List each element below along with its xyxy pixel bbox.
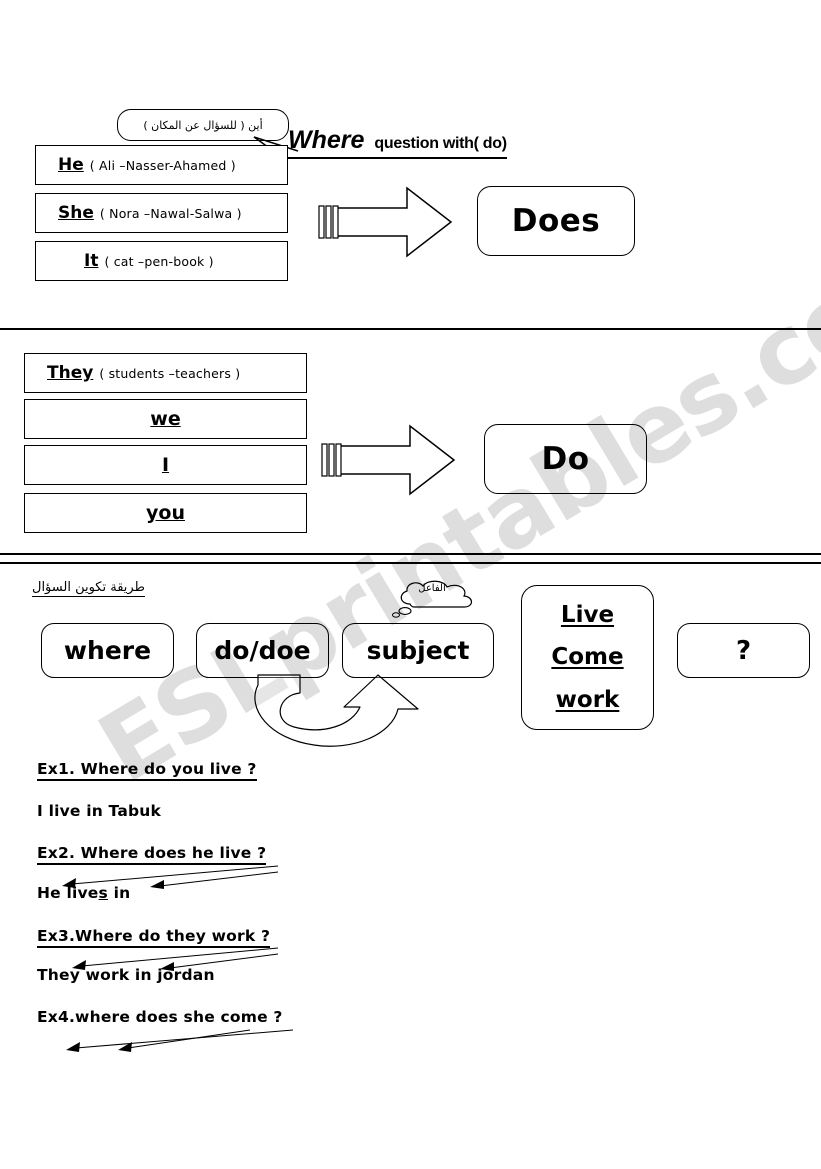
example-answer-3: They work in jordan [37, 966, 215, 984]
section-divider-2b [0, 562, 821, 564]
pronoun-box-she: She ( Nora –Nawal-Salwa ) [35, 193, 288, 233]
pronoun-label: we [150, 408, 181, 430]
formula-box-where: where [41, 623, 174, 678]
auxiliary-box-do: Do [484, 424, 647, 494]
section-divider-1 [0, 328, 821, 330]
header: أين ( للسؤال عن المكان ) Where question … [0, 52, 821, 159]
example-question-4: Ex4.where does she come ? [37, 1008, 283, 1026]
arabic-method-heading: طريقة تكوين السؤال [32, 580, 145, 597]
formula-box-subject: subject [342, 623, 494, 678]
section-divider-2a [0, 553, 821, 555]
pronoun-box-i: I [24, 445, 307, 485]
arabic-callout-text: أين ( للسؤال عن المكان ) [143, 118, 263, 132]
pronoun-box-he: He ( Ali –Nasser-Ahamed ) [35, 145, 288, 185]
pronoun-examples: ( Ali –Nasser-Ahamed ) [89, 157, 236, 173]
pronoun-label: He [58, 155, 84, 175]
example-question-1: Ex1. Where do you live ? [37, 760, 257, 781]
verb-live: Live [560, 602, 615, 629]
example-arrows-4 [66, 1029, 294, 1052]
pronoun-box-they: They ( students –teachers ) [24, 353, 307, 393]
example-question-3: Ex3.Where do they work ? [37, 927, 271, 948]
title-where: Where [288, 126, 365, 154]
formula-label: do/doe [214, 636, 311, 665]
pronoun-examples: ( Nora –Nawal-Salwa ) [99, 205, 242, 221]
curved-swap-arrow-icon [254, 674, 419, 747]
auxiliary-box-does: Does [477, 186, 635, 256]
pronoun-label: It [84, 251, 99, 271]
right-arrow-icon-do [321, 424, 456, 496]
formula-label: where [63, 636, 152, 665]
formula-label: subject [366, 636, 470, 665]
formula-box-auxiliary: do/doe [196, 623, 329, 678]
arabic-cloud-text: الفاعل [418, 583, 446, 594]
question-mark-label: ? [735, 635, 752, 666]
verb-list-box: Live Come work [521, 585, 654, 730]
example-answer-2: He lives in [37, 884, 131, 902]
question-mark-box: ? [677, 623, 810, 678]
auxiliary-label: Do [541, 441, 590, 477]
auxiliary-label: Does [511, 203, 601, 239]
right-arrow-icon-does [318, 186, 453, 258]
pronoun-label: They [47, 363, 94, 383]
example-answer-1: I live in Tabuk [37, 802, 162, 820]
verb-come: Come [551, 644, 624, 671]
title-subtext: question with( do) [374, 135, 507, 152]
example-question-2: Ex2. Where does he live ? [37, 844, 267, 865]
pronoun-label: She [58, 203, 94, 223]
pronoun-examples: ( students –teachers ) [99, 365, 241, 381]
watermark: ESLprintables.com [55, 208, 821, 875]
verb-work: work [555, 686, 620, 713]
pronoun-examples: ( cat –pen-book ) [104, 253, 214, 269]
pronoun-box-we: we [24, 399, 307, 439]
pronoun-box-you: you [24, 493, 307, 533]
pronoun-box-it: It ( cat –pen-book ) [35, 241, 288, 281]
page-title: Where question with( do) [288, 126, 507, 159]
pronoun-label: I [161, 454, 170, 476]
worksheet-page: ESLprintables.com أين ( للسؤال عن المكان… [0, 0, 821, 1169]
pronoun-label: you [146, 502, 185, 524]
